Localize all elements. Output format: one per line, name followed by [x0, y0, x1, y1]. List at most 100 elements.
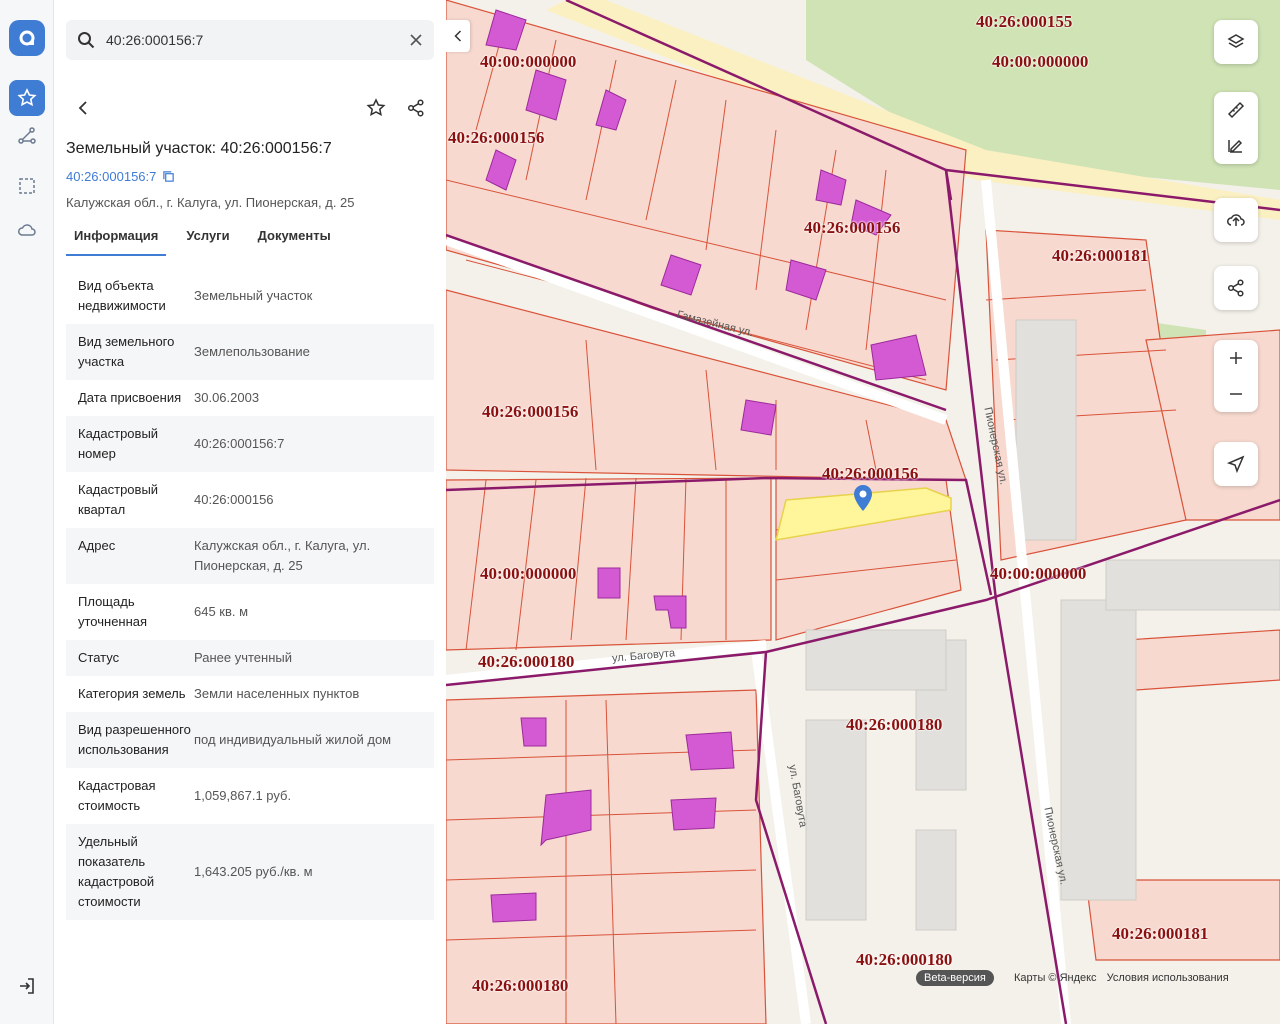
ruler-button[interactable]: [1214, 92, 1258, 128]
object-address: Калужская обл., г. Калуга, ул. Пионерска…: [66, 195, 355, 210]
info-row-value: 30.06.2003: [194, 390, 260, 405]
cadastral-quarter-label[interactable]: 40:00:000000: [480, 52, 576, 72]
info-row: Кадастровый квартал 40:26:000156: [66, 472, 434, 528]
cadastral-quarter-label[interactable]: 40:26:000180: [472, 976, 568, 996]
info-row-value: 40:26:000156: [194, 492, 274, 507]
info-row-value: Земли населенных пунктов: [194, 686, 360, 701]
login-icon: [20, 978, 34, 994]
cloud-upload-icon: [1227, 214, 1245, 226]
info-row-label: Кадастровый квартал: [78, 482, 159, 517]
info-row-label: Вид разрешенного использования: [78, 722, 191, 757]
map-attribution: Карты © Яндекс Условия использования: [1014, 972, 1229, 984]
cadastral-quarter-label[interactable]: 40:26:000155: [976, 12, 1072, 32]
object-title: Земельный участок: 40:26:000156:7: [66, 140, 332, 157]
info-row-value: Ранее учтенный: [194, 650, 292, 665]
dashed-square-icon: [19, 178, 35, 194]
app-logo[interactable]: [9, 20, 45, 56]
minus-icon: [1230, 393, 1242, 395]
cloud-nav-button[interactable]: [9, 212, 45, 248]
info-row: Дата присвоения 30.06.2003: [66, 380, 434, 416]
yandex-copyright[interactable]: Карты © Яндекс: [1014, 972, 1097, 984]
upload-button[interactable]: [1214, 198, 1258, 242]
beta-badge: Beta-версия: [916, 970, 994, 986]
tab-bar: Информация Услуги Документы: [66, 220, 434, 256]
plus-icon: [1230, 352, 1242, 364]
geolocation-control: [1214, 442, 1258, 486]
info-row: Вид земельного участка Землепользование: [66, 324, 434, 380]
info-row-value: под индивидуальный жилой дом: [194, 732, 392, 747]
info-table: Вид объекта недвижимости Земельный участо…: [66, 268, 434, 920]
info-row-label: Категория земель: [78, 686, 186, 701]
info-row-value: Землепользование: [194, 344, 310, 359]
tab-information[interactable]: Информация: [66, 220, 167, 256]
info-row-value: 645 кв. м: [194, 604, 249, 619]
share-button[interactable]: [398, 90, 434, 126]
cadastral-quarter-label[interactable]: 40:26:000180: [478, 652, 574, 672]
info-row-label: Кадастровый номер: [78, 426, 159, 461]
route-nav-button[interactable]: [9, 118, 45, 154]
info-row-value: Калужская обл., г. Калуга, ул. Пионерска…: [194, 538, 371, 573]
layers-control: [1214, 20, 1258, 64]
zoom-control: [1214, 340, 1258, 412]
info-row: Вид разрешенного использования под индиви…: [66, 712, 434, 768]
clear-search-icon[interactable]: [406, 30, 426, 50]
zoom-out-button[interactable]: [1214, 376, 1258, 412]
cadastral-number-text[interactable]: 40:26:000156:7: [66, 169, 156, 184]
cadastral-quarter-label[interactable]: 40:00:000000: [480, 564, 576, 584]
info-row-label: Вид земельного участка: [78, 334, 175, 369]
chevron-left-icon: [454, 30, 462, 42]
nodes-icon: [18, 127, 36, 144]
cadastral-quarter-label[interactable]: 40:00:000000: [990, 564, 1086, 584]
area-select-nav-button[interactable]: [9, 168, 45, 204]
geolocation-button[interactable]: [1214, 442, 1258, 486]
cadastral-quarter-label[interactable]: 40:26:000180: [846, 715, 942, 735]
cloud-icon: [18, 224, 36, 236]
favorites-nav-button[interactable]: [9, 80, 45, 116]
map-share-button[interactable]: [1214, 266, 1258, 310]
info-row-label: Площадь уточненная: [78, 594, 148, 629]
edit-button[interactable]: [1214, 128, 1258, 164]
zoom-in-button[interactable]: [1214, 340, 1258, 376]
layers-icon: [1227, 34, 1245, 48]
copy-icon[interactable]: [162, 170, 175, 183]
star-icon: [366, 98, 386, 117]
location-pin-icon[interactable]: [851, 484, 875, 512]
favorite-button[interactable]: [358, 90, 394, 126]
info-row: Удельный показатель кадастровой стоимост…: [66, 824, 434, 920]
cadastral-quarter-label[interactable]: 40:26:000156: [448, 128, 544, 148]
cadastral-quarter-label[interactable]: 40:26:000156: [482, 402, 578, 422]
info-row-value: 40:26:000156:7: [194, 436, 285, 451]
chevron-left-icon: [78, 101, 87, 115]
info-row: Адрес Калужская обл., г. Калуга, ул. Пион…: [66, 528, 434, 584]
search-bar: [66, 20, 434, 60]
cadastral-quarter-label[interactable]: 40:26:000181: [1052, 246, 1148, 266]
edit-icon: [1228, 139, 1243, 153]
info-row-value: 1,643.205 руб./кв. м: [194, 864, 313, 879]
map-share-control: [1214, 266, 1258, 310]
back-button[interactable]: [66, 90, 102, 126]
login-nav-button[interactable]: [9, 968, 45, 1004]
terms-of-use-link[interactable]: Условия использования: [1107, 972, 1229, 984]
search-input[interactable]: [106, 20, 396, 60]
info-row-label: Удельный показатель кадастровой стоимост…: [78, 834, 155, 909]
collapse-panel-button[interactable]: [446, 20, 470, 52]
map-canvas: [446, 0, 1280, 1024]
cadastral-quarter-label[interactable]: 40:26:000180: [856, 950, 952, 970]
map-view[interactable]: 40:26:000155 40:00:000000 40:00:000000 40:2…: [446, 0, 1280, 1024]
info-row: Категория земель Земли населенных пунктов: [66, 676, 434, 712]
info-row-label: Дата присвоения: [78, 390, 182, 405]
layers-button[interactable]: [1214, 20, 1258, 64]
tab-services[interactable]: Услуги: [178, 220, 237, 256]
cadastral-quarter-label[interactable]: 40:26:000156: [822, 464, 918, 484]
info-row-value: 1,059,867.1 руб.: [194, 788, 292, 803]
info-panel: Земельный участок: 40:26:000156:7 40:26:…: [54, 0, 446, 1024]
left-rail: [0, 0, 54, 1024]
cadastral-quarter-label[interactable]: 40:26:000156: [804, 218, 900, 238]
tab-documents[interactable]: Документы: [250, 220, 339, 256]
navigation-arrow-icon: [1226, 455, 1245, 474]
info-row-label: Вид объекта недвижимости: [78, 278, 166, 313]
cadastral-quarter-label[interactable]: 40:26:000181: [1112, 924, 1208, 944]
info-row: Вид объекта недвижимости Земельный участо…: [66, 268, 434, 324]
cadastral-quarter-label[interactable]: 40:00:000000: [992, 52, 1088, 72]
cadastral-number-link[interactable]: 40:26:000156:7: [66, 169, 175, 184]
